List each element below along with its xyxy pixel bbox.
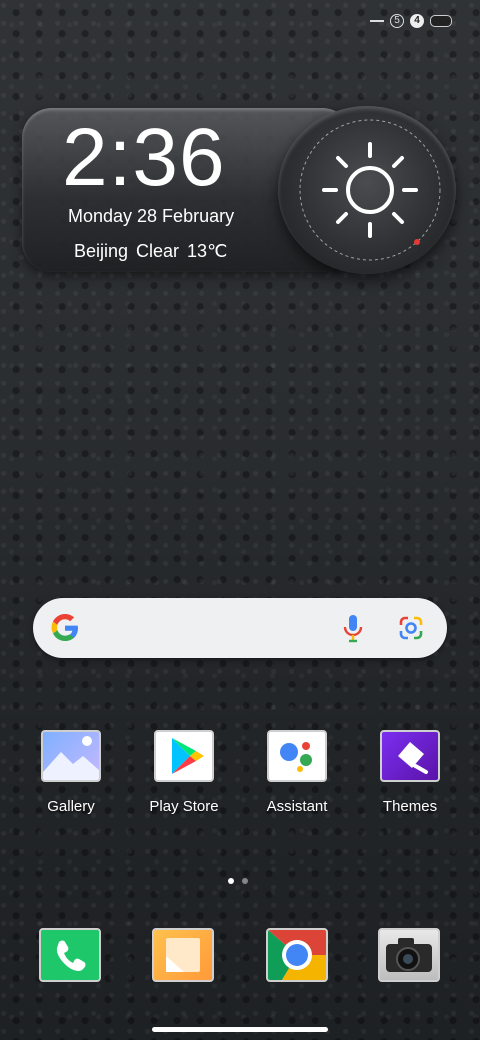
chrome-icon xyxy=(268,930,326,980)
sim1-badge: 5 xyxy=(390,14,404,28)
page-indicator xyxy=(228,878,248,884)
app-assistant[interactable]: Assistant xyxy=(247,730,347,815)
dock-notes[interactable] xyxy=(152,928,214,982)
sun-icon xyxy=(299,119,441,261)
status-bar: 5 4 xyxy=(370,14,452,28)
weather-dial[interactable] xyxy=(278,106,456,274)
app-label: Play Store xyxy=(149,798,219,815)
camera-icon xyxy=(386,938,432,972)
phone-icon xyxy=(56,940,86,971)
app-gallery[interactable]: Gallery xyxy=(21,730,121,815)
weather-text[interactable]: Beijing Clear 13℃ xyxy=(74,241,227,262)
app-label: Gallery xyxy=(47,798,95,815)
assistant-icon xyxy=(267,730,327,782)
google-logo-icon xyxy=(51,614,78,641)
clock-weather-widget[interactable]: 2:36 Monday 28 February Beijing Clear 13… xyxy=(22,106,458,274)
clock-date: Monday 28 February xyxy=(68,206,235,226)
app-label: Themes xyxy=(382,798,438,815)
app-play-store[interactable]: Play Store xyxy=(134,730,234,815)
mic-icon[interactable] xyxy=(339,612,367,644)
gallery-icon xyxy=(41,730,101,782)
dock-chrome[interactable] xyxy=(266,928,328,982)
app-themes[interactable]: Themes xyxy=(360,730,460,815)
page-dot xyxy=(242,878,248,884)
notes-icon xyxy=(166,938,200,972)
play-store-icon xyxy=(154,730,214,782)
google-search-bar[interactable] xyxy=(33,598,447,658)
dock-camera[interactable] xyxy=(378,928,440,982)
sim2-badge: 4 xyxy=(410,14,424,28)
battery-icon xyxy=(430,15,452,27)
app-label: Assistant xyxy=(266,798,328,815)
home-indicator[interactable] xyxy=(152,1027,328,1032)
dock-phone[interactable] xyxy=(39,928,101,982)
themes-icon xyxy=(380,730,440,782)
page-dot-active xyxy=(228,878,234,884)
signal-line-icon xyxy=(370,20,384,22)
lens-icon[interactable] xyxy=(397,614,425,642)
clock-time[interactable]: 2:36 xyxy=(62,110,226,206)
